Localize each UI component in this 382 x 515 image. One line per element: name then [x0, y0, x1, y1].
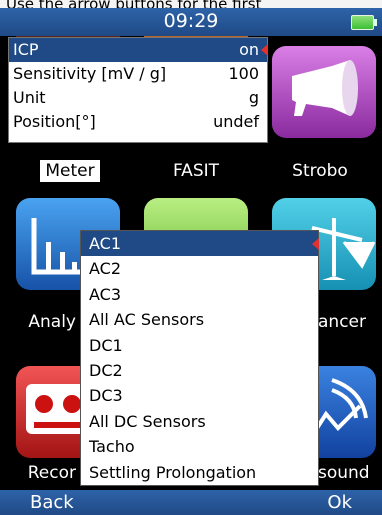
- dropdown-item[interactable]: Settling Prolongation: [81, 460, 318, 485]
- selection-marker-icon: [261, 44, 268, 56]
- battery-icon: [351, 15, 377, 30]
- clock: 09:29: [163, 10, 219, 32]
- softkey-bar: Back Ok: [0, 490, 382, 515]
- dropdown-item-label: AC1: [89, 234, 122, 253]
- dropdown-item[interactable]: Tacho: [81, 434, 318, 459]
- dropdown-item[interactable]: DC3: [81, 383, 318, 408]
- setting-row-icp[interactable]: ICP on: [9, 38, 268, 62]
- tile-label-meter: Meter: [8, 160, 132, 182]
- dropdown-item-ac1[interactable]: AC1: [81, 231, 319, 257]
- setting-row-position[interactable]: Position[°] undef: [9, 110, 267, 134]
- tile-label-balancer: ancer: [318, 312, 366, 332]
- setting-row-sensitivity[interactable]: Sensitivity [mV / g] 100: [9, 62, 267, 86]
- setting-row-unit[interactable]: Unit g: [9, 86, 267, 110]
- tile-label-recorder: Recor: [27, 463, 76, 483]
- channel-dropdown: AC1 AC2 AC3 All AC Sensors DC1 DC2 DC3 A…: [80, 230, 319, 486]
- setting-label: Sensitivity [mV / g]: [13, 64, 167, 83]
- setting-label: Position[°]: [13, 112, 96, 131]
- dropdown-item[interactable]: All AC Sensors: [81, 307, 318, 332]
- tile-label-strobo: Strobo: [292, 161, 348, 181]
- back-button[interactable]: Back: [30, 490, 74, 515]
- setting-value: g: [248, 88, 259, 107]
- strobo-icon: [292, 60, 358, 116]
- dropdown-item[interactable]: AC2: [81, 256, 318, 281]
- setting-value: on: [239, 40, 259, 59]
- tile-label-analyzer: Analy: [28, 312, 76, 332]
- tile-strobo[interactable]: [272, 46, 376, 138]
- dropdown-item[interactable]: All DC Sensors: [81, 409, 318, 434]
- sensor-settings-panel: ICP on Sensitivity [mV / g] 100 Unit g P…: [8, 37, 268, 143]
- tile-label-fasit: FASIT: [172, 161, 220, 181]
- setting-value: undef: [213, 112, 259, 131]
- main-screen: Meter FASIT Strobo Analy ancer Recor sou…: [0, 36, 382, 490]
- setting-value: 100: [228, 64, 259, 83]
- ok-button[interactable]: Ok: [327, 490, 352, 515]
- tile-label-ultrasound: sound: [318, 463, 370, 483]
- setting-label: Unit: [13, 88, 46, 107]
- dropdown-item[interactable]: DC2: [81, 358, 318, 383]
- dropdown-item[interactable]: AC3: [81, 282, 318, 307]
- setting-label: ICP: [13, 40, 39, 59]
- dropdown-item[interactable]: DC1: [81, 333, 318, 358]
- status-bar: 09:29: [0, 8, 382, 36]
- selection-marker-icon: [312, 238, 319, 250]
